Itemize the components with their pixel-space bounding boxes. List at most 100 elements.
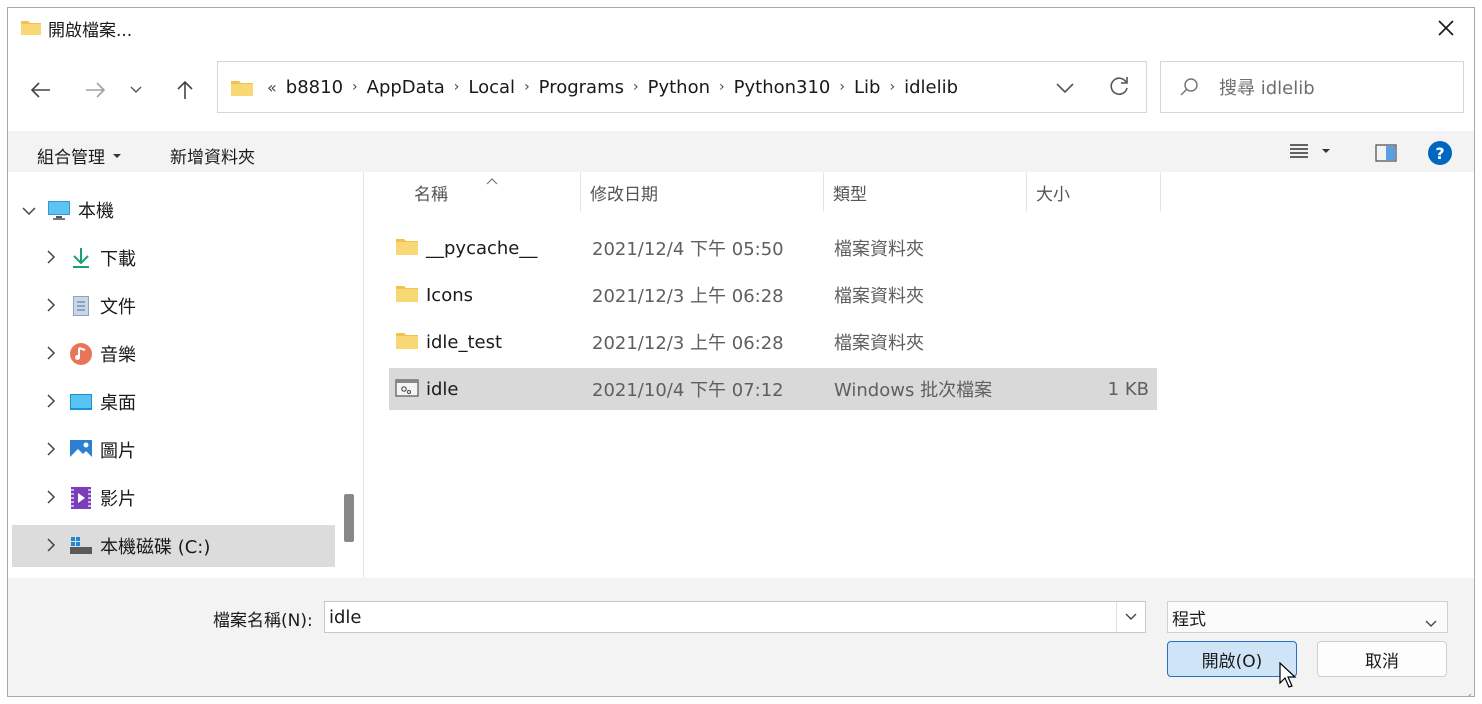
address-bar[interactable]: « b8810 › AppData › Local › Programs › Pytho…: [217, 61, 1147, 113]
file-name: Icons: [426, 284, 474, 306]
filename-history-dropdown[interactable]: [1116, 602, 1145, 632]
window-title: 開啟檔案...: [48, 21, 133, 41]
folder-icon: [395, 284, 419, 308]
column-header-type[interactable]: 類型: [833, 172, 1023, 212]
up-button[interactable]: [167, 72, 203, 108]
file-type-select[interactable]: 程式: [1167, 601, 1448, 633]
filename-input[interactable]: idle: [324, 601, 1146, 633]
desktop-icon: [68, 390, 94, 414]
chevron-right-icon[interactable]: [34, 296, 68, 317]
chevron-right-icon[interactable]: ›: [519, 79, 535, 95]
chevron-right-icon[interactable]: ›: [628, 79, 644, 95]
file-date: 2021/12/4 下午 05:50: [592, 239, 784, 260]
chevron-right-icon[interactable]: [34, 392, 68, 413]
sidebar-item-local-disk[interactable]: 本機磁碟 (C:): [12, 525, 335, 567]
chevron-right-icon[interactable]: ›: [347, 79, 363, 95]
chevron-right-icon[interactable]: ›: [714, 79, 730, 95]
column-divider[interactable]: [580, 172, 581, 212]
breadcrumb-item[interactable]: Lib: [850, 77, 884, 98]
column-divider[interactable]: [1160, 172, 1161, 212]
chevron-right-icon[interactable]: [34, 440, 68, 461]
pictures-icon: [68, 438, 94, 462]
column-header-name[interactable]: 名稱: [414, 172, 579, 212]
refresh-icon: [1110, 77, 1128, 95]
chevron-down-icon[interactable]: [12, 200, 46, 221]
preview-pane-icon: [1375, 144, 1397, 162]
chevron-right-icon[interactable]: [34, 536, 68, 557]
sidebar-item-videos[interactable]: 影片: [12, 477, 335, 519]
breadcrumb-item[interactable]: Python: [644, 77, 714, 98]
column-header-size[interactable]: 大小: [1036, 172, 1156, 212]
open-file-dialog: 開啟檔案... « b8810 › AppData › Local › Program…: [7, 7, 1475, 697]
address-history-dropdown[interactable]: [1056, 78, 1074, 99]
view-options-button[interactable]: [1289, 143, 1331, 159]
sidebar-item-label: 下載: [100, 249, 136, 270]
resize-grip-icon[interactable]: [1462, 686, 1472, 696]
computer-icon: [46, 198, 72, 222]
folder-icon: [20, 18, 42, 40]
column-divider[interactable]: [1026, 172, 1027, 212]
breadcrumb-item[interactable]: Programs: [535, 77, 628, 98]
sidebar-item-pictures[interactable]: 圖片: [12, 429, 335, 471]
file-date: 2021/10/4 下午 07:12: [592, 380, 784, 401]
breadcrumb-item[interactable]: b8810: [282, 77, 347, 98]
sidebar-item-desktop[interactable]: 桌面: [12, 381, 335, 423]
chevron-down-icon: [1425, 613, 1437, 633]
sidebar-item-label: 影片: [100, 489, 136, 510]
file-type: 檔案資料夾: [834, 286, 924, 307]
refresh-button[interactable]: [1108, 75, 1130, 102]
column-divider[interactable]: [823, 172, 824, 212]
file-list: 名稱 修改日期 類型 大小 __pycache__ 2021/12/4 下午 0…: [363, 172, 1474, 578]
chevron-right-icon[interactable]: ›: [834, 79, 850, 95]
file-row[interactable]: __pycache__ 2021/12/4 下午 05:50 檔案資料夾: [389, 227, 1157, 269]
navigation-bar: « b8810 › AppData › Local › Programs › Pytho…: [8, 48, 1474, 131]
chevron-right-icon[interactable]: [34, 488, 68, 509]
file-name: idle: [426, 378, 459, 400]
column-header-date[interactable]: 修改日期: [590, 172, 820, 212]
mouse-cursor-icon: [1279, 661, 1297, 692]
sidebar-item-label: 音樂: [100, 345, 136, 366]
sidebar-item-downloads[interactable]: 下載: [12, 237, 335, 279]
sidebar-item-label: 圖片: [100, 441, 136, 462]
sidebar-item-documents[interactable]: 文件: [12, 285, 335, 327]
help-icon[interactable]: ?: [1428, 141, 1452, 165]
title-bar: 開啟檔案...: [8, 8, 1474, 48]
breadcrumb-item[interactable]: Python310: [730, 77, 835, 98]
caret-down-icon: [113, 153, 121, 158]
new-folder-button[interactable]: 新增資料夾: [170, 143, 255, 168]
search-placeholder: 搜尋 idlelib: [1219, 78, 1315, 99]
chevron-right-icon[interactable]: ›: [449, 79, 465, 95]
file-row[interactable]: Icons 2021/12/3 上午 06:28 檔案資料夾: [389, 274, 1157, 316]
chevron-right-icon[interactable]: [34, 248, 68, 269]
cancel-button[interactable]: 取消: [1317, 641, 1447, 677]
recent-locations-button[interactable]: [121, 72, 151, 108]
back-button[interactable]: [23, 72, 59, 108]
organize-menu-button[interactable]: 組合管理: [37, 143, 122, 168]
file-type-value: 程式: [1172, 609, 1206, 630]
breadcrumb-item[interactable]: idlelib: [900, 77, 962, 98]
sidebar-item-this-pc[interactable]: 本機: [12, 189, 335, 231]
caret-down-icon: [1322, 149, 1330, 153]
chevron-right-icon[interactable]: ›: [884, 79, 900, 95]
sidebar-item-label: 文件: [100, 297, 136, 318]
chevron-down-icon: [130, 86, 142, 93]
overflow-chevron[interactable]: «: [262, 78, 282, 97]
file-row-selected[interactable]: idle 2021/10/4 下午 07:12 Windows 批次檔案 1 K…: [389, 368, 1157, 410]
breadcrumb-item[interactable]: AppData: [363, 77, 449, 98]
search-box[interactable]: 搜尋 idlelib: [1160, 61, 1464, 113]
sidebar-scrollbar-thumb[interactable]: [344, 494, 354, 542]
file-type: 檔案資料夾: [834, 239, 924, 260]
chevron-right-icon[interactable]: [34, 344, 68, 365]
videos-icon: [68, 486, 94, 510]
sidebar-item-music[interactable]: 音樂: [12, 333, 335, 375]
breadcrumb-item[interactable]: Local: [464, 77, 519, 98]
file-date: 2021/12/3 上午 06:28: [592, 286, 784, 307]
forward-button[interactable]: [77, 72, 113, 108]
close-button[interactable]: [1426, 12, 1466, 44]
preview-pane-button[interactable]: [1375, 144, 1397, 167]
dialog-footer: 檔案名稱(N): idle 程式 開啟(O) 取消: [8, 578, 1474, 696]
list-view-icon: [1290, 144, 1308, 158]
file-row[interactable]: idle_test 2021/12/3 上午 06:28 檔案資料夾: [389, 321, 1157, 363]
open-button[interactable]: 開啟(O): [1167, 641, 1297, 677]
file-date: 2021/12/3 上午 06:28: [592, 333, 784, 354]
